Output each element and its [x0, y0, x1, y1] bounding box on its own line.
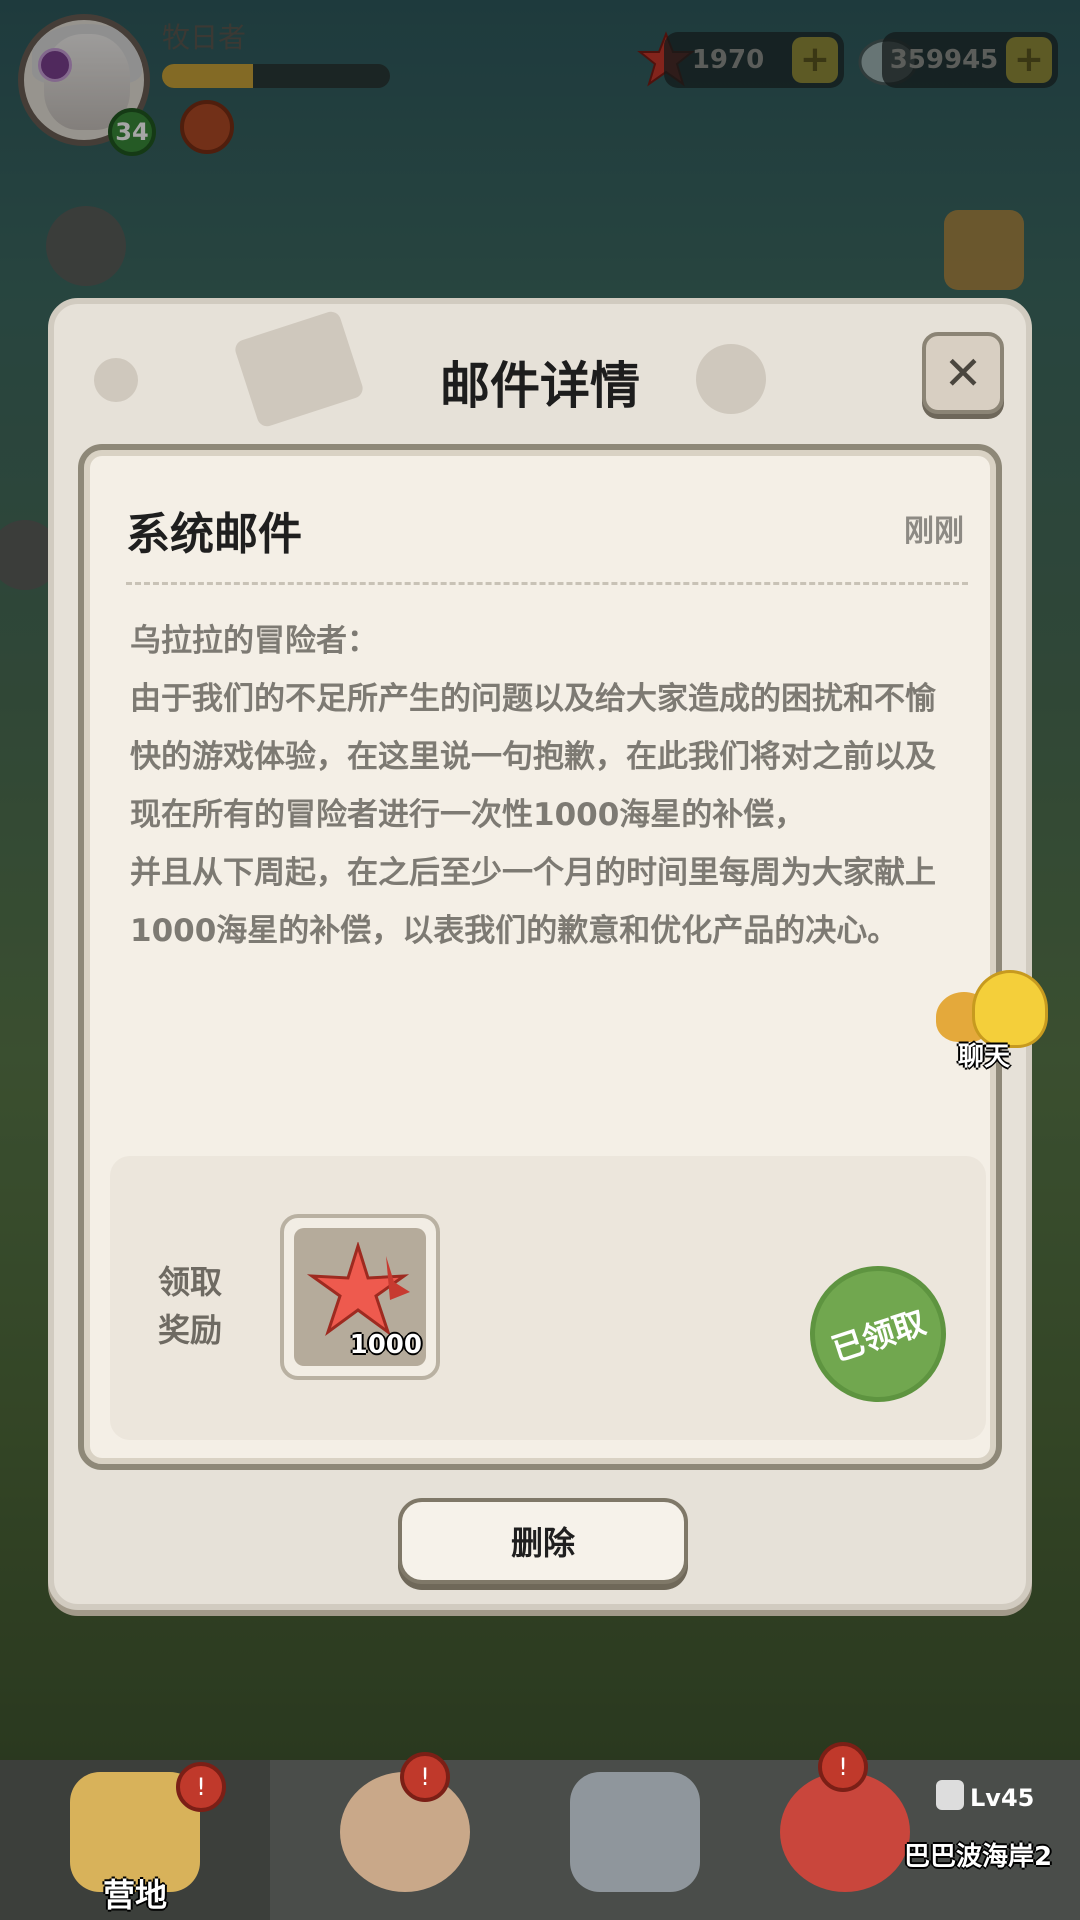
reward-label: 领取奖励	[158, 1263, 223, 1349]
chat-button[interactable]: 聊天	[936, 970, 1056, 1072]
mail-time: 刚刚	[904, 514, 964, 549]
divider	[126, 582, 968, 585]
dialog-title: 邮件详情	[440, 357, 640, 415]
notification-bell-icon: !	[400, 1752, 450, 1802]
tab-camp[interactable]: 营地 !	[0, 1760, 270, 1920]
chat-label: 聊天	[958, 1042, 1011, 1072]
mail-body: 乌拉拉的冒险者： 由于我们的不足所产生的问题以及给大家造成的困扰和不愉快的游戏体…	[130, 612, 960, 960]
equipment-icon	[570, 1772, 700, 1892]
tab-camp-label: 营地	[102, 1876, 167, 1914]
locked-area-tab[interactable]: Lv45 巴巴波海岸2	[900, 1776, 1070, 1906]
reward-panel: 领取奖励 1000 已领取	[110, 1156, 986, 1440]
locked-area-level: Lv45	[970, 1784, 1035, 1812]
reward-item-count: 1000	[349, 1330, 422, 1360]
close-icon: ✕	[943, 346, 983, 400]
claimed-stamp: 已领取	[792, 1248, 964, 1420]
starfish-icon	[306, 1242, 410, 1336]
mail-body-line: 由于我们的不足所产生的问题以及给大家造成的困扰和不愉快的游戏体验，在这里说一句抱…	[130, 681, 936, 833]
close-button[interactable]: ✕	[922, 332, 1004, 414]
reward-item-slot[interactable]: 1000	[280, 1214, 440, 1380]
notification-bell-icon: !	[818, 1742, 868, 1792]
mail-body-line: 并且从下周起，在之后至少一个月的时间里每周为大家献上1000海星的补偿，以表我们…	[130, 855, 936, 949]
mail-sender: 系统邮件	[126, 509, 302, 560]
lock-icon	[936, 1780, 964, 1810]
notification-bell-icon: !	[176, 1762, 226, 1812]
mail-body-line: 乌拉拉的冒险者：	[130, 623, 378, 659]
mail-detail-dialog: 邮件详情 ✕ 系统邮件 刚刚 乌拉拉的冒险者： 由于我们的不足所产生的问题以及给…	[48, 298, 1032, 1610]
delete-button[interactable]: 删除	[398, 1498, 688, 1584]
mail-card: 系统邮件 刚刚 乌拉拉的冒险者： 由于我们的不足所产生的问题以及给大家造成的困扰…	[78, 444, 1002, 1470]
locked-area-name: 巴巴波海岸2	[904, 1842, 1053, 1872]
